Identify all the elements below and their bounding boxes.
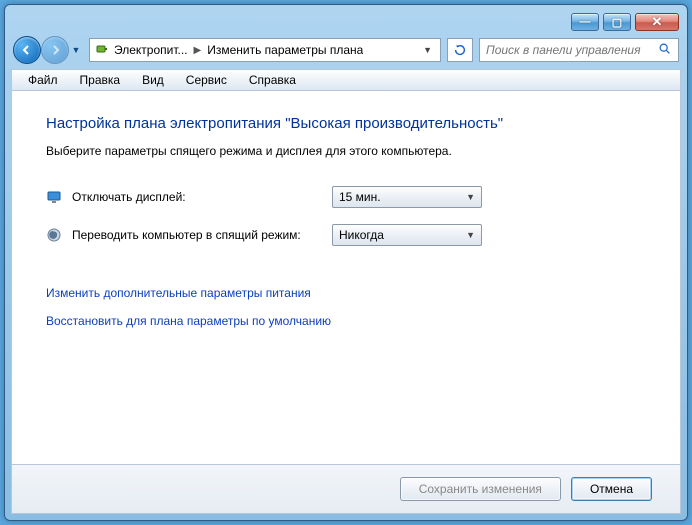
maximize-button[interactable]: ▢ — [603, 13, 631, 31]
refresh-button[interactable] — [447, 38, 473, 62]
back-button[interactable] — [13, 36, 41, 64]
link-restore-defaults[interactable]: Восстановить для плана параметры по умол… — [46, 314, 646, 328]
breadcrumb-item-1[interactable]: Электропит... — [114, 43, 188, 57]
sleep-label: Переводить компьютер в спящий режим: — [72, 228, 322, 242]
minimize-button[interactable]: — — [571, 13, 599, 31]
page-title: Настройка плана электропитания "Высокая … — [46, 115, 646, 132]
history-dropdown[interactable]: ▼ — [69, 45, 83, 55]
address-bar[interactable]: Электропит... ▶ Изменить параметры плана… — [89, 38, 441, 62]
menu-view[interactable]: Вид — [132, 71, 174, 89]
display-off-label: Отключать дисплей: — [72, 190, 322, 204]
close-button[interactable]: ✕ — [635, 13, 679, 31]
search-input[interactable] — [486, 43, 652, 57]
sleep-icon — [46, 227, 62, 243]
search-icon[interactable] — [658, 42, 672, 59]
setting-sleep: Переводить компьютер в спящий режим: Ник… — [46, 224, 646, 246]
titlebar: — ▢ ✕ — [11, 11, 681, 33]
menu-tools[interactable]: Сервис — [176, 71, 237, 89]
link-advanced-settings[interactable]: Изменить дополнительные параметры питани… — [46, 286, 646, 300]
monitor-icon — [46, 189, 62, 205]
setting-display-off: Отключать дисплей: 15 мин. ▼ — [46, 186, 646, 208]
save-button[interactable]: Сохранить изменения — [400, 477, 561, 501]
display-off-value: 15 мин. — [339, 190, 381, 204]
cancel-button[interactable]: Отмена — [571, 477, 652, 501]
breadcrumb-item-2[interactable]: Изменить параметры плана — [207, 43, 363, 57]
menu-edit[interactable]: Правка — [70, 71, 131, 89]
refresh-icon — [453, 43, 467, 57]
display-off-dropdown[interactable]: 15 мин. ▼ — [332, 186, 482, 208]
chevron-down-icon: ▼ — [466, 192, 475, 202]
page-description: Выберите параметры спящего режима и дисп… — [46, 144, 646, 158]
sleep-dropdown[interactable]: Никогда ▼ — [332, 224, 482, 246]
breadcrumb-sep-icon: ▶ — [192, 45, 204, 56]
menu-help[interactable]: Справка — [239, 71, 306, 89]
control-panel-window: — ▢ ✕ ▼ Электропит... ▶ Изменить парамет… — [4, 4, 688, 521]
forward-arrow-icon — [49, 44, 61, 56]
power-plan-icon — [94, 42, 110, 58]
menu-bar: Файл Правка Вид Сервис Справка — [11, 69, 681, 91]
nav-toolbar: ▼ Электропит... ▶ Изменить параметры пла… — [11, 35, 681, 69]
address-dropdown-icon[interactable]: ▼ — [419, 45, 436, 55]
back-arrow-icon — [21, 44, 33, 56]
sleep-value: Никогда — [339, 228, 384, 242]
nav-arrows: ▼ — [13, 36, 83, 64]
content-area: Настройка плана электропитания "Высокая … — [11, 91, 681, 465]
forward-button[interactable] — [41, 36, 69, 64]
button-row: Сохранить изменения Отмена — [11, 465, 681, 514]
menu-file[interactable]: Файл — [18, 71, 68, 89]
search-box[interactable] — [479, 38, 679, 62]
chevron-down-icon: ▼ — [466, 230, 475, 240]
